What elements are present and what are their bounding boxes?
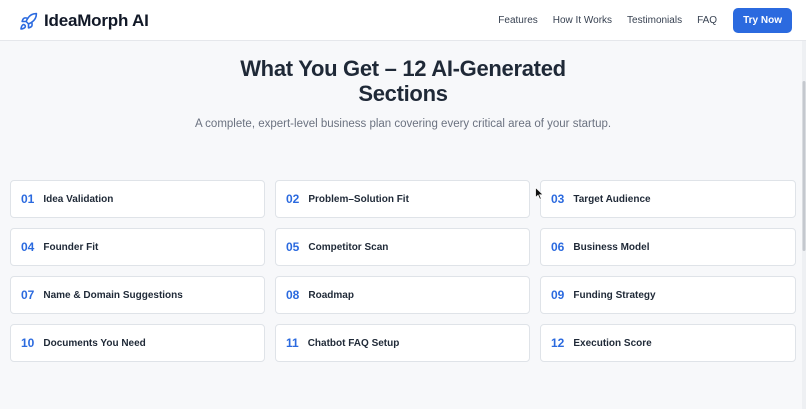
section-label: Chatbot FAQ Setup: [307, 337, 400, 349]
section-label: Execution Score: [573, 337, 652, 349]
section-label: Founder Fit: [43, 241, 99, 253]
section-subtitle: A complete, expert-level business plan c…: [194, 118, 612, 130]
main-nav: Features How It Works Testimonials FAQ T…: [498, 8, 792, 33]
section-card-chatbot-faq[interactable]: 11 Chatbot FAQ Setup: [275, 324, 530, 362]
section-number: 04: [21, 240, 35, 254]
section-label: Problem–Solution Fit: [308, 193, 409, 205]
section-title: What You Get – 12 AI-Generated Sections: [240, 56, 566, 106]
section-card-documents[interactable]: 10 Documents You Need: [10, 324, 265, 362]
section-card-problem-solution-fit[interactable]: 02 Problem–Solution Fit: [275, 180, 530, 218]
brand-logo[interactable]: IdeaMorph AI: [19, 9, 149, 33]
section-card-target-audience[interactable]: 03 Target Audience: [540, 180, 796, 218]
section-number: 08: [286, 288, 300, 302]
section-label: Competitor Scan: [308, 241, 389, 253]
section-card-roadmap[interactable]: 08 Roadmap: [275, 276, 530, 314]
section-number: 11: [286, 336, 299, 350]
section-number: 10: [21, 336, 35, 350]
section-card-founder-fit[interactable]: 04 Founder Fit: [10, 228, 265, 266]
section-card-execution-score[interactable]: 12 Execution Score: [540, 324, 796, 362]
mouse-pointer-icon: [535, 187, 544, 200]
section-card-competitor-scan[interactable]: 05 Competitor Scan: [275, 228, 530, 266]
section-number: 12: [551, 336, 565, 350]
nav-link-testimonials[interactable]: Testimonials: [627, 15, 682, 26]
section-card-name-domain[interactable]: 07 Name & Domain Suggestions: [10, 276, 265, 314]
top-navbar: IdeaMorph AI Features How It Works Testi…: [0, 0, 806, 41]
section-number: 07: [21, 288, 35, 302]
section-card-idea-validation[interactable]: 01 Idea Validation: [10, 180, 265, 218]
rocket-icon: [20, 12, 38, 30]
section-number: 03: [551, 192, 565, 206]
brand-name: IdeaMorph AI: [44, 11, 149, 30]
section-number: 05: [286, 240, 300, 254]
nav-link-features[interactable]: Features: [498, 15, 537, 26]
section-card-business-model[interactable]: 06 Business Model: [540, 228, 796, 266]
section-label: Roadmap: [308, 289, 354, 301]
section-number: 02: [286, 192, 300, 206]
section-label: Business Model: [573, 241, 650, 253]
section-label: Funding Strategy: [573, 289, 656, 301]
try-now-button[interactable]: Try Now: [733, 8, 792, 33]
section-label: Name & Domain Suggestions: [43, 289, 183, 301]
sections-grid: 01 Idea Validation 02 Problem–Solution F…: [10, 180, 796, 362]
section-number: 09: [551, 288, 565, 302]
section-label: Idea Validation: [43, 193, 114, 205]
nav-link-faq[interactable]: FAQ: [697, 15, 717, 26]
section-label: Documents You Need: [43, 337, 146, 349]
section-number: 06: [551, 240, 565, 254]
scrollbar[interactable]: [802, 41, 806, 409]
section-number: 01: [21, 192, 35, 206]
section-card-funding-strategy[interactable]: 09 Funding Strategy: [540, 276, 796, 314]
nav-link-how-it-works[interactable]: How It Works: [553, 15, 612, 26]
section-label: Target Audience: [573, 193, 651, 205]
